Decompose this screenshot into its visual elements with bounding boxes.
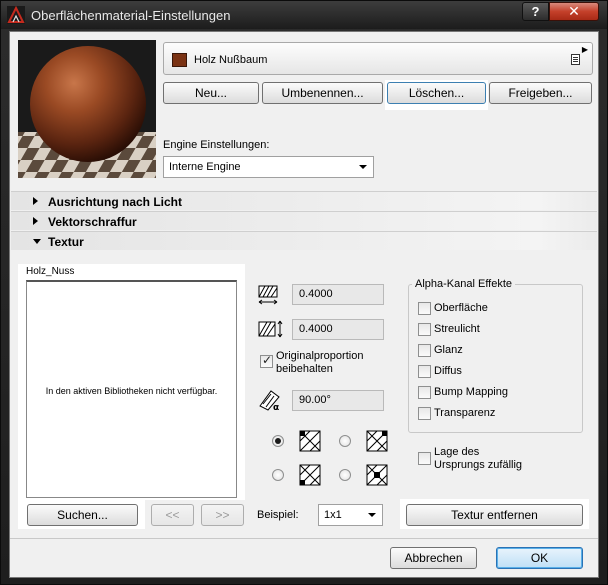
texture-preview: In den aktiven Bibliotheken nicht verfüg… [26,280,237,498]
texture-angle-input[interactable]: 90.00° [292,390,384,411]
alpha-label: Transparenz [434,407,496,419]
alpha-label: Streulicht [434,323,480,335]
archicad-app-icon [7,6,25,24]
origin-center-icon [366,464,388,486]
origin-radio-center[interactable] [339,469,351,481]
alpha-checkbox-bump-mapping[interactable] [418,386,431,399]
keep-proportion-label: Originalproportion beibehalten [276,350,364,375]
example-select[interactable]: 1x1 [318,504,383,526]
rename-button[interactable]: Umbenennen... [262,82,383,104]
engine-select[interactable]: Interne Engine [163,156,374,178]
origin-radio-bottom-left[interactable] [272,469,284,481]
random-origin-checkbox[interactable] [418,452,431,465]
material-name: Holz Nußbaum [194,54,268,66]
alpha-checkbox-diffus[interactable] [418,365,431,378]
cancel-button[interactable]: Abbrechen [390,547,477,569]
texture-unavailable-message: In den aktiven Bibliotheken nicht verfüg… [45,386,218,396]
chevron-down-icon [368,513,376,517]
alpha-label: Glanz [434,344,463,356]
keep-proportion-checkbox[interactable] [260,353,273,368]
origin-bottom-left-icon [299,464,321,486]
new-button[interactable]: Neu... [163,82,259,104]
texture-angle-icon: α [259,390,280,412]
section-label: Vektorschraffur [48,215,137,229]
material-selector[interactable]: Holz Nußbaum ▶ [163,42,593,75]
expand-arrow-icon[interactable]: ▶ [582,45,588,54]
example-label: Beispiel: [257,509,299,521]
origin-radio-top-left[interactable] [272,435,284,447]
section-vektorschraffur[interactable]: Vektorschraffur [11,211,597,230]
section-label: Ausrichtung nach Licht [48,195,183,209]
previous-texture-button[interactable]: << [151,504,194,526]
collapsed-triangle-icon [33,197,38,205]
delete-button[interactable]: Löschen... [387,82,486,104]
engine-settings-label: Engine Einstellungen: [163,139,270,151]
document-icon[interactable] [571,54,580,65]
texture-width-input[interactable]: 0.4000 [292,284,384,305]
expanded-triangle-icon [33,239,41,244]
random-origin-label: Lage des Ursprungs zufällig [434,446,523,471]
alpha-checkbox-streulicht[interactable] [418,323,431,336]
texture-panel: Holz_Nuss In den aktiven Bibliotheken ni… [18,264,245,500]
origin-radio-top-right[interactable] [339,435,351,447]
texture-height-icon [258,320,283,338]
search-texture-button[interactable]: Suchen... [27,504,138,526]
section-label: Textur [48,235,84,249]
alpha-checkbox-oberflaeche[interactable] [418,302,431,315]
alpha-checkbox-glanz[interactable] [418,344,431,357]
material-preview-sphere [18,40,156,178]
ok-button[interactable]: OK [496,547,583,569]
alpha-checkbox-transparenz[interactable] [418,407,431,420]
example-select-value: 1x1 [324,509,342,521]
close-button[interactable]: ✕ [549,2,599,21]
window-title: Oberflächenmaterial-Einstellungen [31,8,231,23]
section-textur[interactable]: Textur [11,231,597,250]
alpha-channel-title: Alpha-Kanal Effekte [412,278,516,290]
help-button[interactable]: ? [522,2,549,21]
chevron-down-icon [359,165,367,169]
alpha-label: Oberfläche [434,302,488,314]
texture-name: Holz_Nuss [26,266,75,277]
footer-divider [10,538,598,539]
origin-top-right-icon [366,430,388,452]
share-button[interactable]: Freigeben... [489,82,592,104]
remove-texture-button[interactable]: Textur entfernen [406,504,583,526]
alpha-label: Bump Mapping [434,386,508,398]
svg-text:α: α [273,403,279,412]
material-color-swatch [172,53,187,67]
texture-height-input[interactable]: 0.4000 [292,319,384,340]
dialog-window: Oberflächenmaterial-Einstellungen ? ✕ Ho… [0,0,608,585]
dialog-content: Holz Nußbaum ▶ Neu... Umbenennen... Lösc… [9,31,599,578]
title-bar[interactable]: Oberflächenmaterial-Einstellungen ? ✕ [1,1,607,29]
origin-top-left-icon [299,430,321,452]
texture-width-icon [258,285,278,305]
collapsed-triangle-icon [33,217,38,225]
alpha-label: Diffus [434,365,462,377]
section-ausrichtung[interactable]: Ausrichtung nach Licht [11,191,597,210]
engine-select-value: Interne Engine [169,161,241,173]
next-texture-button[interactable]: >> [201,504,244,526]
